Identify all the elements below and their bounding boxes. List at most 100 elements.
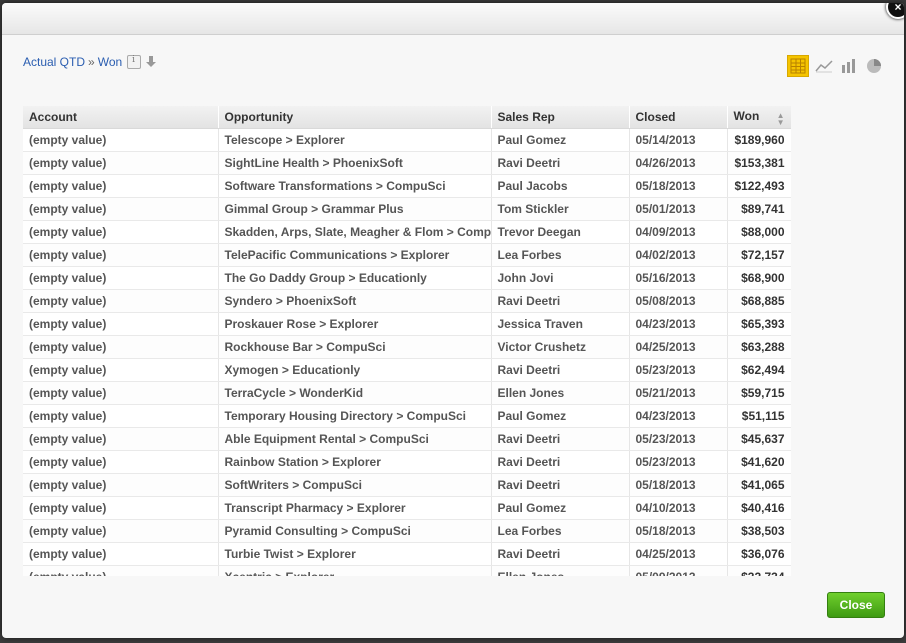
cell-sales-rep: Paul Gomez [491, 496, 630, 520]
breadcrumb-current-link[interactable]: Won [98, 55, 122, 69]
info-icon[interactable] [127, 55, 142, 69]
cell-account: (empty value) [23, 427, 219, 451]
cell-account: (empty value) [23, 197, 219, 221]
cell-closed: 05/16/2013 [629, 266, 728, 290]
column-header-opportunity[interactable]: Opportunity [218, 106, 492, 129]
cell-closed: 04/25/2013 [629, 335, 728, 359]
cell-account: (empty value) [23, 450, 219, 474]
breadcrumb: Actual QTD » Won [23, 55, 157, 69]
cell-opportunity: Software Transformations > CompuSci [218, 174, 492, 198]
cell-closed: 05/23/2013 [629, 358, 728, 382]
cell-sales-rep: Ravi Deetri [491, 542, 630, 566]
table-row[interactable]: (empty value) Telescope > Explorer Paul Go… [23, 128, 791, 152]
download-icon[interactable] [146, 56, 157, 68]
cell-account: (empty value) [23, 496, 219, 520]
cell-closed: 04/09/2013 [629, 220, 728, 244]
table-row[interactable]: (empty value) Skadden, Arps, Slate, Meagh… [23, 220, 791, 244]
table-row[interactable]: (empty value) TerraCycle > WonderKid Ellen… [23, 381, 791, 405]
cell-opportunity: Able Equipment Rental > CompuSci [218, 427, 492, 451]
cell-opportunity: Syndero > PhoenixSoft [218, 289, 492, 313]
cell-closed: 04/26/2013 [629, 151, 728, 175]
cell-account: (empty value) [23, 565, 219, 576]
cell-opportunity: Skadden, Arps, Slate, Meagher & Flom > C… [218, 220, 492, 244]
pie-chart-icon [867, 59, 881, 73]
cell-account: (empty value) [23, 519, 219, 543]
cell-won: $40,416 [727, 496, 791, 520]
table-row[interactable]: (empty value) Turbie Twist > Explorer Ravi… [23, 542, 791, 566]
cell-opportunity: TelePacific Communications > Explorer [218, 243, 492, 267]
cell-account: (empty value) [23, 312, 219, 336]
table-row[interactable]: (empty value) Proskauer Rose > Explorer Je… [23, 312, 791, 336]
cell-closed: 05/18/2013 [629, 519, 728, 543]
cell-account: (empty value) [23, 473, 219, 497]
table-row[interactable]: (empty value) SoftWriters > CompuSci Ravi … [23, 473, 791, 497]
cell-account: (empty value) [23, 220, 219, 244]
cell-closed: 04/25/2013 [629, 542, 728, 566]
cell-opportunity: Temporary Housing Directory > CompuSci [218, 404, 492, 428]
table-row[interactable]: (empty value) Pyramid Consulting > CompuS… [23, 519, 791, 543]
cell-opportunity: SightLine Health > PhoenixSoft [218, 151, 492, 175]
cell-sales-rep: Paul Gomez [491, 128, 630, 152]
cell-account: (empty value) [23, 151, 219, 175]
column-header-sales-rep[interactable]: Sales Rep [491, 106, 630, 129]
pie-view-button[interactable] [864, 56, 884, 76]
cell-won: $38,503 [727, 519, 791, 543]
cell-sales-rep: Paul Gomez [491, 404, 630, 428]
breadcrumb-root-link[interactable]: Actual QTD [23, 55, 85, 69]
cell-account: (empty value) [23, 243, 219, 267]
table-row[interactable]: (empty value) TelePacific Communications … [23, 243, 791, 267]
table-row[interactable]: (empty value) Gimmal Group > Grammar Plus… [23, 197, 791, 221]
table-row[interactable]: (empty value) Xymogen > Educationly Ravi D… [23, 358, 791, 382]
column-header-won[interactable]: Won ▲ ▼ [727, 106, 791, 129]
cell-won: $68,900 [727, 266, 791, 290]
table-row[interactable]: (empty value) Syndero > PhoenixSoft Ravi D… [23, 289, 791, 313]
table-row[interactable]: (empty value) SightLine Health > PhoenixS… [23, 151, 791, 175]
cell-sales-rep: Ellen Jones [491, 381, 630, 405]
table-row[interactable]: (empty value) Able Equipment Rental > Com… [23, 427, 791, 451]
table-row[interactable]: (empty value) The Go Daddy Group > Educat… [23, 266, 791, 290]
table-row[interactable]: (empty value) Software Transformations > … [23, 174, 791, 198]
cell-opportunity: Rockhouse Bar > CompuSci [218, 335, 492, 359]
cell-closed: 05/08/2013 [629, 289, 728, 313]
cell-sales-rep: Ravi Deetri [491, 151, 630, 175]
cell-closed: 05/09/2013 [629, 565, 728, 576]
cell-sales-rep: Tom Stickler [491, 197, 630, 221]
cell-opportunity: Pyramid Consulting > CompuSci [218, 519, 492, 543]
cell-opportunity: Gimmal Group > Grammar Plus [218, 197, 492, 221]
report-table: Account Opportunity Sales Rep Closed Won… [23, 106, 791, 576]
cell-won: $153,381 [727, 151, 791, 175]
cell-account: (empty value) [23, 335, 219, 359]
cell-opportunity: Xcentric > Explorer [218, 565, 492, 576]
cell-opportunity: Proskauer Rose > Explorer [218, 312, 492, 336]
cell-sales-rep: Lea Forbes [491, 243, 630, 267]
table-view-button[interactable] [787, 55, 809, 77]
close-button[interactable]: Close [827, 592, 885, 618]
cell-opportunity: Telescope > Explorer [218, 128, 492, 152]
grid-icon [790, 58, 806, 74]
cell-account: (empty value) [23, 174, 219, 198]
cell-sales-rep: Ravi Deetri [491, 473, 630, 497]
bar-view-button[interactable] [839, 56, 859, 76]
column-header-account[interactable]: Account [23, 106, 219, 129]
cell-opportunity: SoftWriters > CompuSci [218, 473, 492, 497]
cell-closed: 04/02/2013 [629, 243, 728, 267]
table-row[interactable]: (empty value) Rainbow Station > Explorer R… [23, 450, 791, 474]
table-row[interactable]: (empty value)Xcentric > ExplorerEllen Jo… [23, 565, 791, 576]
bar-chart-icon [842, 59, 855, 73]
table-row[interactable]: (empty value) Rockhouse Bar > CompuSci Vic… [23, 335, 791, 359]
cell-won: $189,960 [727, 128, 791, 152]
cell-won: $68,885 [727, 289, 791, 313]
modal-header [2, 3, 904, 35]
report-table-scroll[interactable]: Account Opportunity Sales Rep Closed Won… [23, 106, 791, 576]
column-header-closed[interactable]: Closed [629, 106, 728, 129]
cell-sales-rep: Ravi Deetri [491, 358, 630, 382]
table-row[interactable]: (empty value) Transcript Pharmacy > Explo… [23, 496, 791, 520]
table-row[interactable]: (empty value) Temporary Housing Directory… [23, 404, 791, 428]
line-view-button[interactable] [814, 56, 834, 76]
cell-won: $62,494 [727, 358, 791, 382]
cell-closed: 05/23/2013 [629, 450, 728, 474]
cell-opportunity: Turbie Twist > Explorer [218, 542, 492, 566]
cell-won: $41,620 [727, 450, 791, 474]
cell-opportunity: TerraCycle > WonderKid [218, 381, 492, 405]
cell-sales-rep: Ravi Deetri [491, 289, 630, 313]
